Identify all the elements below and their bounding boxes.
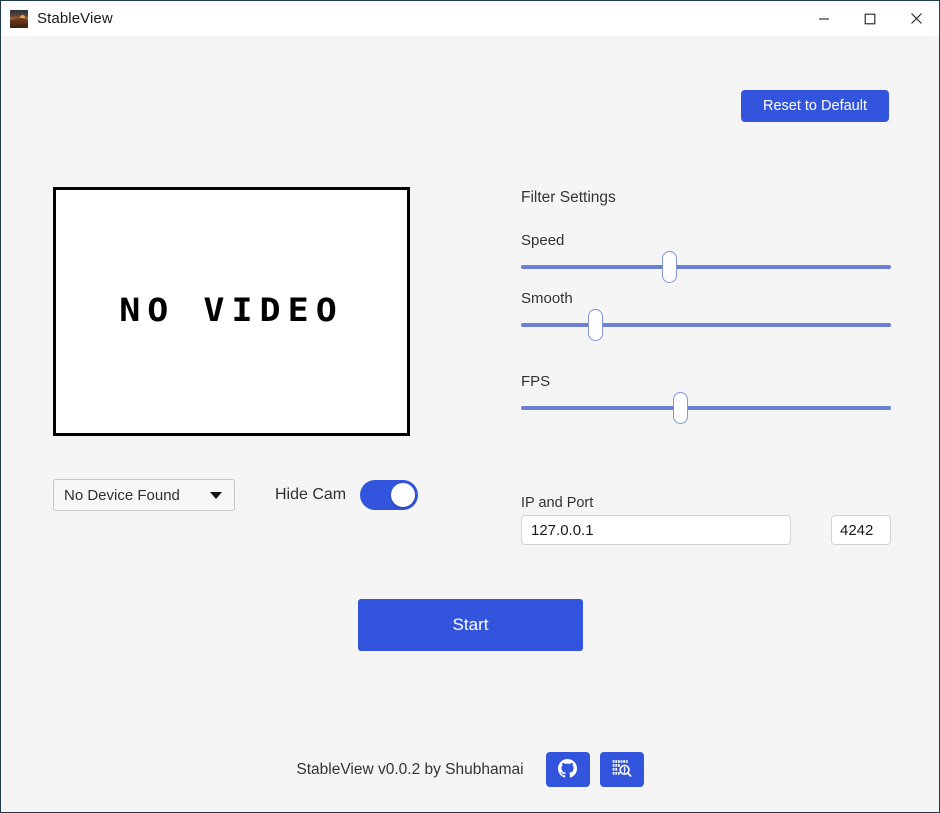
title-bar: StableView	[1, 1, 939, 37]
window-title: StableView	[37, 10, 113, 27]
slider-fps-handle[interactable]	[672, 392, 688, 424]
footer-credit: StableView v0.0.2 by Shubhamai	[296, 760, 524, 778]
slider-smooth-handle[interactable]	[587, 309, 603, 341]
github-button[interactable]	[545, 752, 590, 787]
slider-smooth-label: Smooth	[521, 290, 573, 307]
hide-cam-control: Hide Cam	[275, 480, 419, 510]
footer: StableView v0.0.2 by Shubhamai	[1, 752, 939, 787]
port-input[interactable]	[831, 515, 891, 545]
source-code-button[interactable]	[599, 752, 644, 787]
slider-speed-group: Speed	[521, 232, 891, 283]
window-controls	[801, 1, 939, 36]
binary-code-search-icon	[611, 758, 632, 782]
github-icon	[558, 758, 578, 781]
ip-and-port-label: IP and Port	[521, 495, 594, 511]
ip-input[interactable]	[521, 515, 791, 545]
toggle-knob	[391, 483, 416, 507]
slider-smooth-group: Smooth	[521, 290, 891, 341]
close-icon[interactable]	[893, 1, 939, 36]
chevron-down-icon	[210, 491, 222, 499]
sunset-photo-icon	[10, 9, 28, 28]
reset-to-default-button[interactable]: Reset to Default	[741, 90, 889, 122]
slider-fps-label: FPS	[521, 373, 551, 390]
slider-speed-handle[interactable]	[661, 251, 677, 283]
filter-settings-title: Filter Settings	[521, 189, 616, 206]
app-window: StableView Reset to Default NO VIDEO No …	[0, 0, 940, 813]
minimize-icon[interactable]	[801, 1, 847, 36]
slider-fps-track[interactable]	[521, 392, 891, 424]
hide-cam-toggle[interactable]	[360, 480, 419, 510]
video-preview: NO VIDEO	[53, 187, 410, 436]
slider-speed-track[interactable]	[521, 251, 891, 283]
device-dropdown[interactable]: No Device Found	[53, 479, 235, 511]
hide-cam-label: Hide Cam	[275, 486, 347, 503]
slider-speed-label: Speed	[521, 232, 565, 249]
maximize-icon[interactable]	[847, 1, 893, 36]
main-content: Reset to Default NO VIDEO No Device Foun…	[1, 36, 939, 812]
device-dropdown-value: No Device Found	[64, 486, 180, 504]
slider-fps-group: FPS	[521, 373, 891, 424]
start-button[interactable]: Start	[358, 599, 583, 651]
no-video-text: NO VIDEO	[119, 292, 344, 330]
slider-smooth-track[interactable]	[521, 309, 891, 341]
